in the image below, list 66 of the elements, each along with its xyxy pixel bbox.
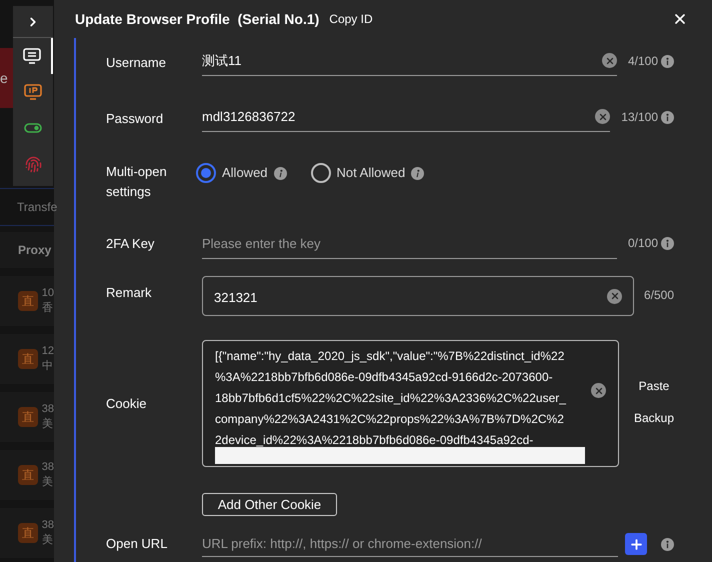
proxy-badge: 直: [18, 291, 38, 311]
proxy-text: 香: [42, 301, 54, 316]
info-icon: [411, 166, 424, 180]
field-label: Open URL: [106, 535, 168, 554]
char-count: 13/100: [621, 109, 658, 126]
clear-icon[interactable]: [591, 383, 606, 398]
dialog-title: Update Browser Profile (Serial No.1): [75, 10, 320, 29]
cookie-action-button[interactable]: Backup: [634, 408, 674, 426]
info-icon: [661, 110, 674, 124]
add-button[interactable]: [625, 533, 647, 555]
proxy-text: 38: [42, 518, 54, 533]
radio-label: Allowed: [222, 164, 268, 182]
tab-label: Transfe: [17, 199, 58, 216]
add-cookie-button[interactable]: Add Other Cookie: [202, 493, 337, 516]
proxy-text: 10: [42, 286, 54, 301]
close-icon: [672, 11, 688, 27]
radio-button[interactable]: [310, 163, 331, 183]
clear-icon[interactable]: [595, 109, 610, 124]
cookie-text: [{"name":"hy_data_2020_js_sdk","value":"%7B%22distinct_id%22: [215, 348, 564, 365]
field-label: Username: [106, 54, 167, 72]
text-field[interactable]: 测试11: [202, 50, 617, 76]
field-label: Password: [106, 110, 164, 128]
toggle-icon: [24, 123, 42, 133]
proxy-text: 12: [42, 344, 54, 359]
text-field[interactable]: Please enter the key: [202, 234, 617, 259]
cookie-text: %3A%2218bb7bfb6d086e-09dfb4345a92cd-9166d2c-2073600-: [215, 369, 553, 386]
field-label: 2FA Key: [106, 235, 156, 253]
proxy-badge: 直: [18, 349, 38, 369]
close-button[interactable]: [672, 11, 688, 27]
proxy-text: 38: [42, 460, 54, 475]
field-label: Cookie: [106, 394, 148, 413]
proxy-badge: 直: [18, 407, 38, 427]
info-icon: [661, 54, 674, 68]
fingerprint-icon: [24, 156, 42, 172]
char-count: 4/100: [628, 53, 658, 70]
proxy-text: 中: [42, 359, 54, 374]
proxy-text: 美: [42, 475, 54, 490]
proxy-text: 美: [42, 417, 54, 432]
info-icon: [661, 538, 674, 550]
proxy-badge: 直: [18, 523, 38, 543]
plus-icon: [628, 536, 644, 552]
radio-button[interactable]: [196, 163, 216, 183]
column-header: Proxy: [18, 242, 52, 259]
cookie-text: 2device_id%22%3A%2218bb7bfb6d086e-09dfb4345a92cd-: [215, 432, 534, 449]
info-icon: [661, 236, 674, 250]
cookie-action-button[interactable]: Paste: [634, 376, 674, 394]
cookie-text: company%22%3A2431%2C%22props%22%3A%7B%7D%2C%2: [215, 411, 564, 428]
char-count: 6/500: [644, 287, 674, 304]
ip-monitor-icon: [24, 84, 42, 100]
clear-icon[interactable]: [602, 53, 617, 68]
info-icon: [274, 166, 287, 180]
field-label: Remark: [106, 284, 153, 302]
cookie-field[interactable]: [202, 340, 619, 467]
radio-label: Not Allowed: [336, 164, 406, 182]
clear-icon[interactable]: [607, 288, 622, 304]
copy-id-link[interactable]: Copy ID: [329, 10, 373, 28]
field-label: Multi-open settings: [106, 163, 168, 201]
url-field[interactable]: URL prefix: http://, https:// or chrome-extension://: [202, 531, 618, 557]
proxy-text: 38: [42, 402, 54, 417]
proxy-badge: 直: [18, 465, 38, 485]
monitor-icon: [23, 48, 41, 64]
proxy-text: 美: [42, 533, 54, 548]
text-field[interactable]: mdl3126836722: [202, 106, 610, 132]
char-count: 0/100: [628, 235, 658, 252]
text-field[interactable]: 321321: [202, 276, 634, 316]
cookie-text: 18bb7bfb6d1cf5%22%2C%22site_id%22%3A2336%2C%22user_: [215, 390, 566, 407]
